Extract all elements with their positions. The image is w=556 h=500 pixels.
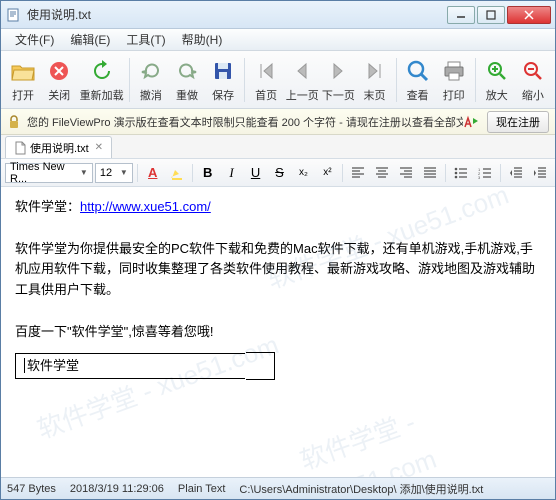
watermark: 软件学堂 - xue51.com — [294, 356, 555, 477]
reload-icon — [88, 57, 116, 85]
close-button[interactable] — [507, 6, 551, 24]
zoom-out-icon — [519, 57, 547, 85]
print-button[interactable]: 打印 — [437, 54, 471, 106]
save-icon — [209, 57, 237, 85]
register-button[interactable]: 现在注册 — [487, 111, 549, 133]
bullet-list-button[interactable] — [450, 162, 472, 184]
first-page-button[interactable]: 首页 — [249, 54, 283, 106]
tab-close-icon[interactable]: ✕ — [95, 142, 103, 153]
font-color-button[interactable]: A — [142, 162, 164, 184]
last-icon — [361, 57, 389, 85]
undo-icon — [137, 57, 165, 85]
document-tab-label: 使用说明.txt — [30, 140, 89, 156]
status-bar: 547 Bytes 2018/3/19 11:29:06 Plain Text … — [1, 477, 555, 499]
svg-text:3: 3 — [478, 175, 481, 179]
next-page-button[interactable]: 下一页 — [321, 54, 355, 106]
file-icon — [14, 141, 26, 155]
zoom-in-icon — [483, 57, 511, 85]
menu-file[interactable]: 文件(F) — [7, 29, 62, 50]
last-page-button[interactable]: 末页 — [357, 54, 391, 106]
highlight-button[interactable] — [166, 162, 188, 184]
font-family-select[interactable]: Times New R...▼ — [5, 163, 93, 183]
align-left-button[interactable] — [347, 162, 369, 184]
view-button[interactable]: 查看 — [401, 54, 435, 106]
notice-bar: 您的 FileViewPro 演示版在查看文本时限制只能查看 200 个字符 -… — [1, 109, 555, 135]
font-size-select[interactable]: 12▼ — [95, 163, 133, 183]
folder-open-icon — [9, 57, 37, 85]
notice-text: 您的 FileViewPro 演示版在查看文本时限制只能查看 200 个字符 -… — [27, 114, 463, 130]
paragraph-1: 软件学堂为你提供最安全的PC软件下载和免费的Mac软件下载，还有单机游戏,手机游… — [15, 239, 541, 301]
status-type: Plain Text — [178, 483, 226, 495]
open-button[interactable]: 打开 — [6, 54, 40, 106]
strike-button[interactable]: S — [269, 162, 291, 184]
next-icon — [324, 57, 352, 85]
number-list-button[interactable]: 123 — [474, 162, 496, 184]
status-datetime: 2018/3/19 11:29:06 — [70, 483, 164, 495]
reload-button[interactable]: 重新加载 — [78, 54, 125, 106]
watermark: 软件学堂 - xue51.com — [32, 325, 285, 451]
app-icon — [5, 7, 21, 23]
prev-icon — [288, 57, 316, 85]
status-size: 547 Bytes — [7, 483, 56, 495]
lock-icon — [7, 115, 21, 129]
document-tab[interactable]: 使用说明.txt ✕ — [5, 136, 112, 158]
close-file-button[interactable]: 关闭 — [42, 54, 76, 106]
italic-button[interactable]: I — [221, 162, 243, 184]
document-content[interactable]: 软件学堂 - xue51.com 软件学堂 - xue51.com 软件学堂 -… — [1, 187, 555, 477]
maximize-button[interactable] — [477, 6, 505, 24]
menu-edit[interactable]: 编辑(E) — [62, 29, 118, 50]
align-justify-button[interactable] — [419, 162, 441, 184]
printer-icon — [440, 57, 468, 85]
menu-tools[interactable]: 工具(T) — [118, 29, 173, 50]
register-icon — [463, 115, 479, 129]
prev-page-button[interactable]: 上一页 — [285, 54, 319, 106]
align-right-button[interactable] — [395, 162, 417, 184]
undo-button[interactable]: 撤消 — [134, 54, 168, 106]
bold-button[interactable]: B — [197, 162, 219, 184]
underline-button[interactable]: U — [245, 162, 267, 184]
align-center-button[interactable] — [371, 162, 393, 184]
superscript-button[interactable]: x² — [316, 162, 338, 184]
paragraph-2: 百度一下"软件学堂",惊喜等着您哦! — [15, 322, 541, 343]
redo-icon — [173, 57, 201, 85]
close-file-icon — [45, 57, 73, 85]
menu-help[interactable]: 帮助(H) — [174, 29, 231, 50]
line1-label: 软件学堂： — [15, 199, 80, 214]
magnifier-icon — [404, 57, 432, 85]
window-title: 使用说明.txt — [27, 6, 445, 23]
indent-button[interactable] — [529, 162, 551, 184]
document-tab-row: 使用说明.txt ✕ — [1, 135, 555, 159]
toolbar: 打开 关闭 重新加载 撤消 重做 保存 首页 上一页 — [1, 51, 555, 109]
insert-box: 软件学堂 — [15, 353, 245, 380]
zoom-out-button[interactable]: 缩小 — [516, 54, 550, 106]
menubar: 文件(F) 编辑(E) 工具(T) 帮助(H) — [1, 29, 555, 51]
site-link[interactable]: http://www.xue51.com/ — [80, 199, 211, 214]
minimize-button[interactable] — [447, 6, 475, 24]
format-bar: Times New R...▼ 12▼ A B I U S x₂ x² 123 — [1, 159, 555, 187]
save-button[interactable]: 保存 — [206, 54, 240, 106]
insert-text: 软件学堂 — [24, 358, 79, 373]
redo-button[interactable]: 重做 — [170, 54, 204, 106]
status-path: C:\Users\Administrator\Desktop\ 添加\使用说明.… — [239, 481, 549, 497]
zoom-in-button[interactable]: 放大 — [480, 54, 514, 106]
first-icon — [252, 57, 280, 85]
outdent-button[interactable] — [505, 162, 527, 184]
subscript-button[interactable]: x₂ — [292, 162, 314, 184]
